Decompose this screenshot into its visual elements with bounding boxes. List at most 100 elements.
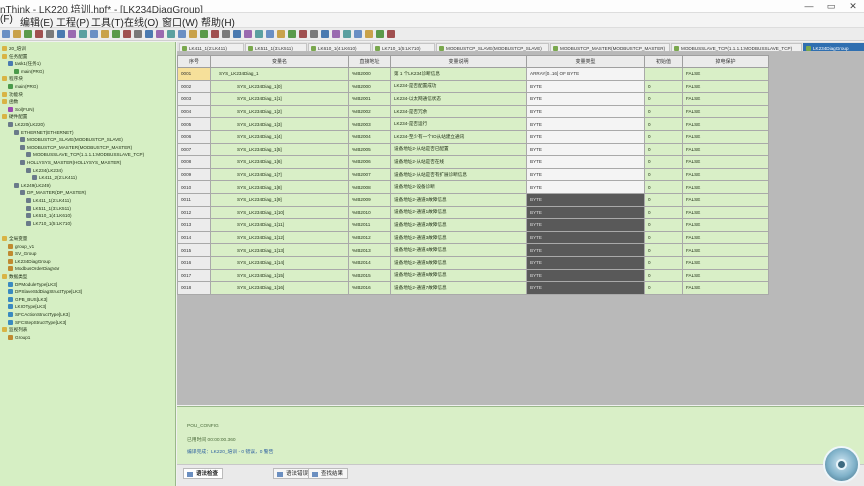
retain-flag-cell[interactable]: FALSE: [682, 92, 769, 106]
variable-type-cell[interactable]: BYTE: [526, 104, 645, 119]
direct-address-cell[interactable]: %IB2000: [348, 67, 391, 81]
editor-tab[interactable]: LK610_1(4:LK610): [308, 43, 371, 51]
variable-type-cell[interactable]: BYTE: [526, 92, 645, 106]
variable-description-cell[interactable]: 设备地址2-从站是否已配置: [390, 142, 527, 157]
variable-description-cell[interactable]: 设备地址2-通道0故障信息: [390, 192, 527, 207]
copy-toolbar-icon[interactable]: [46, 30, 54, 38]
retain-flag-cell[interactable]: FALSE: [682, 79, 769, 94]
row-number-cell[interactable]: 0017: [177, 268, 211, 283]
table-row[interactable]: 0005 SYS_LK234Diag_1[3] %IB2003 LK234-是否运行 B…: [177, 117, 769, 131]
table-row[interactable]: 0006 SYS_LK234Diag_1[4] %IB2004 LK234-至少有一个…: [177, 129, 769, 144]
save-toolbar-icon[interactable]: [211, 30, 219, 38]
retain-flag-cell[interactable]: FALSE: [682, 117, 769, 131]
close-button[interactable]: ✕: [842, 0, 864, 13]
tree-item[interactable]: LK710_1(5:LK710): [26, 220, 72, 228]
retain-flag-cell[interactable]: FALSE: [682, 218, 769, 232]
step-toolbar-icon[interactable]: [321, 30, 329, 38]
step-toolbar-icon[interactable]: [134, 30, 142, 38]
direct-address-cell[interactable]: %IB2012: [348, 230, 391, 245]
initial-value-cell[interactable]: 0: [644, 192, 683, 207]
paste-toolbar-icon[interactable]: [57, 30, 65, 38]
variable-description-cell[interactable]: LK234-是否运行: [390, 117, 527, 131]
row-number-cell[interactable]: 0007: [177, 142, 211, 157]
retain-flag-cell[interactable]: FALSE: [682, 281, 769, 295]
col-header-address[interactable]: 直接地址: [348, 55, 391, 68]
variable-description-cell[interactable]: 设备地址2-通道7故障信息: [390, 281, 527, 295]
variable-type-cell[interactable]: ARRAY[0..16] OF BYTE: [526, 67, 645, 81]
variable-name-cell[interactable]: SYS_LK234Diag_1[9]: [210, 192, 349, 207]
editor-tab[interactable]: LK234DiagGroup: [803, 43, 864, 51]
menu-file[interactable]: (F): [0, 14, 13, 25]
initial-value-cell[interactable]: 0: [644, 205, 683, 220]
initial-value-cell[interactable]: 0: [644, 104, 683, 119]
variable-name-cell[interactable]: SYS_LK234Diag_1[10]: [210, 205, 349, 220]
retain-flag-cell[interactable]: FALSE: [682, 67, 769, 81]
cut-toolbar-icon[interactable]: [35, 30, 43, 38]
row-number-cell[interactable]: 0002: [177, 79, 211, 94]
col-header-no[interactable]: 序号: [177, 55, 211, 68]
editor-tab[interactable]: LK710_1(5:LK710): [372, 43, 435, 51]
initial-value-cell[interactable]: 0: [644, 180, 683, 194]
variable-type-cell[interactable]: BYTE: [526, 243, 645, 257]
table-row[interactable]: 0016 SYS_LK234Diag_1[14] %IB2014 设备地址2-通道5故…: [177, 255, 769, 270]
menu-window[interactable]: 窗口(W): [162, 14, 198, 29]
col-header-description[interactable]: 变量说明: [390, 55, 527, 68]
retain-flag-cell[interactable]: FALSE: [682, 142, 769, 157]
direct-address-cell[interactable]: %IB2009: [348, 192, 391, 207]
row-number-cell[interactable]: 0013: [177, 218, 211, 232]
table-row[interactable]: 0017 SYS_LK234Diag_1[15] %IB2015 设备地址2-通道6故…: [177, 268, 769, 283]
table-row[interactable]: 0001 SYS_LK234Diag_1 %IB2000 第 1 个LK234诊断信息…: [177, 67, 769, 81]
retain-flag-cell[interactable]: FALSE: [682, 205, 769, 220]
maximize-button[interactable]: ▭: [820, 0, 842, 13]
direct-address-cell[interactable]: %IB2005: [348, 142, 391, 157]
tree-item[interactable]: Group1: [8, 334, 30, 342]
cut-toolbar-icon[interactable]: [222, 30, 230, 38]
initial-value-cell[interactable]: 0: [644, 155, 683, 169]
row-number-cell[interactable]: 0003: [177, 92, 211, 106]
initial-value-cell[interactable]: 0: [644, 268, 683, 283]
tab-syntax-errors[interactable]: 语法错误: [273, 468, 314, 479]
initial-value-cell[interactable]: 0: [644, 218, 683, 232]
retain-flag-cell[interactable]: FALSE: [682, 104, 769, 119]
variable-type-cell[interactable]: BYTE: [526, 192, 645, 207]
variable-type-cell[interactable]: BYTE: [526, 142, 645, 157]
variable-name-cell[interactable]: SYS_LK234Diag_1[13]: [210, 243, 349, 257]
variable-type-cell[interactable]: BYTE: [526, 281, 645, 295]
row-number-cell[interactable]: 0004: [177, 104, 211, 119]
row-number-cell[interactable]: 0001: [177, 67, 211, 81]
direct-address-cell[interactable]: %IB2000: [348, 79, 391, 94]
retain-flag-cell[interactable]: FALSE: [682, 192, 769, 207]
direct-address-cell[interactable]: %IB2014: [348, 255, 391, 270]
initial-value-cell[interactable]: 0: [644, 79, 683, 94]
direct-address-cell[interactable]: %IB2004: [348, 129, 391, 144]
direct-address-cell[interactable]: %IB2015: [348, 268, 391, 283]
undo-toolbar-icon[interactable]: [255, 30, 263, 38]
direct-address-cell[interactable]: %IB2010: [348, 205, 391, 220]
run-toolbar-icon[interactable]: [112, 30, 120, 38]
variable-description-cell[interactable]: 设备地址2-从站是否有扩展诊断信息: [390, 167, 527, 182]
retain-flag-cell[interactable]: FALSE: [682, 167, 769, 182]
redo-toolbar-icon[interactable]: [79, 30, 87, 38]
initial-value-cell[interactable]: [644, 67, 683, 81]
direct-address-cell[interactable]: %IB2006: [348, 155, 391, 169]
direct-address-cell[interactable]: %IB2016: [348, 281, 391, 295]
editor-tab[interactable]: LK411_1(2:LK411): [179, 43, 244, 51]
table-row[interactable]: 0007 SYS_LK234Diag_1[5] %IB2005 设备地址2-从站是否已…: [177, 142, 769, 157]
zoom-toolbar-icon[interactable]: [167, 30, 175, 38]
retain-flag-cell[interactable]: FALSE: [682, 155, 769, 169]
row-number-cell[interactable]: 0014: [177, 230, 211, 245]
variable-description-cell[interactable]: 设备地址2-通道3故障信息: [390, 230, 527, 245]
editor-tab[interactable]: MODBUSSLAVE_TCP(1.1.1.1:MODBUSSLAVE_TCP): [671, 43, 802, 51]
retain-flag-cell[interactable]: FALSE: [682, 268, 769, 283]
retain-flag-cell[interactable]: FALSE: [682, 129, 769, 144]
variable-name-cell[interactable]: SYS_LK234Diag_1[11]: [210, 218, 349, 232]
variable-description-cell[interactable]: LK234-以太网通信状态: [390, 92, 527, 106]
table-row[interactable]: 0004 SYS_LK234Diag_1[2] %IB2002 LK234-是否冗余 B…: [177, 104, 769, 119]
tab-find-results[interactable]: 查找结果: [308, 468, 349, 479]
variable-name-cell[interactable]: SYS_LK234Diag_1[3]: [210, 117, 349, 131]
direct-address-cell[interactable]: %IB2001: [348, 92, 391, 106]
direct-address-cell[interactable]: %IB2011: [348, 218, 391, 232]
variable-type-cell[interactable]: BYTE: [526, 218, 645, 232]
initial-value-cell[interactable]: 0: [644, 230, 683, 245]
download-toolbar-icon[interactable]: [101, 30, 109, 38]
